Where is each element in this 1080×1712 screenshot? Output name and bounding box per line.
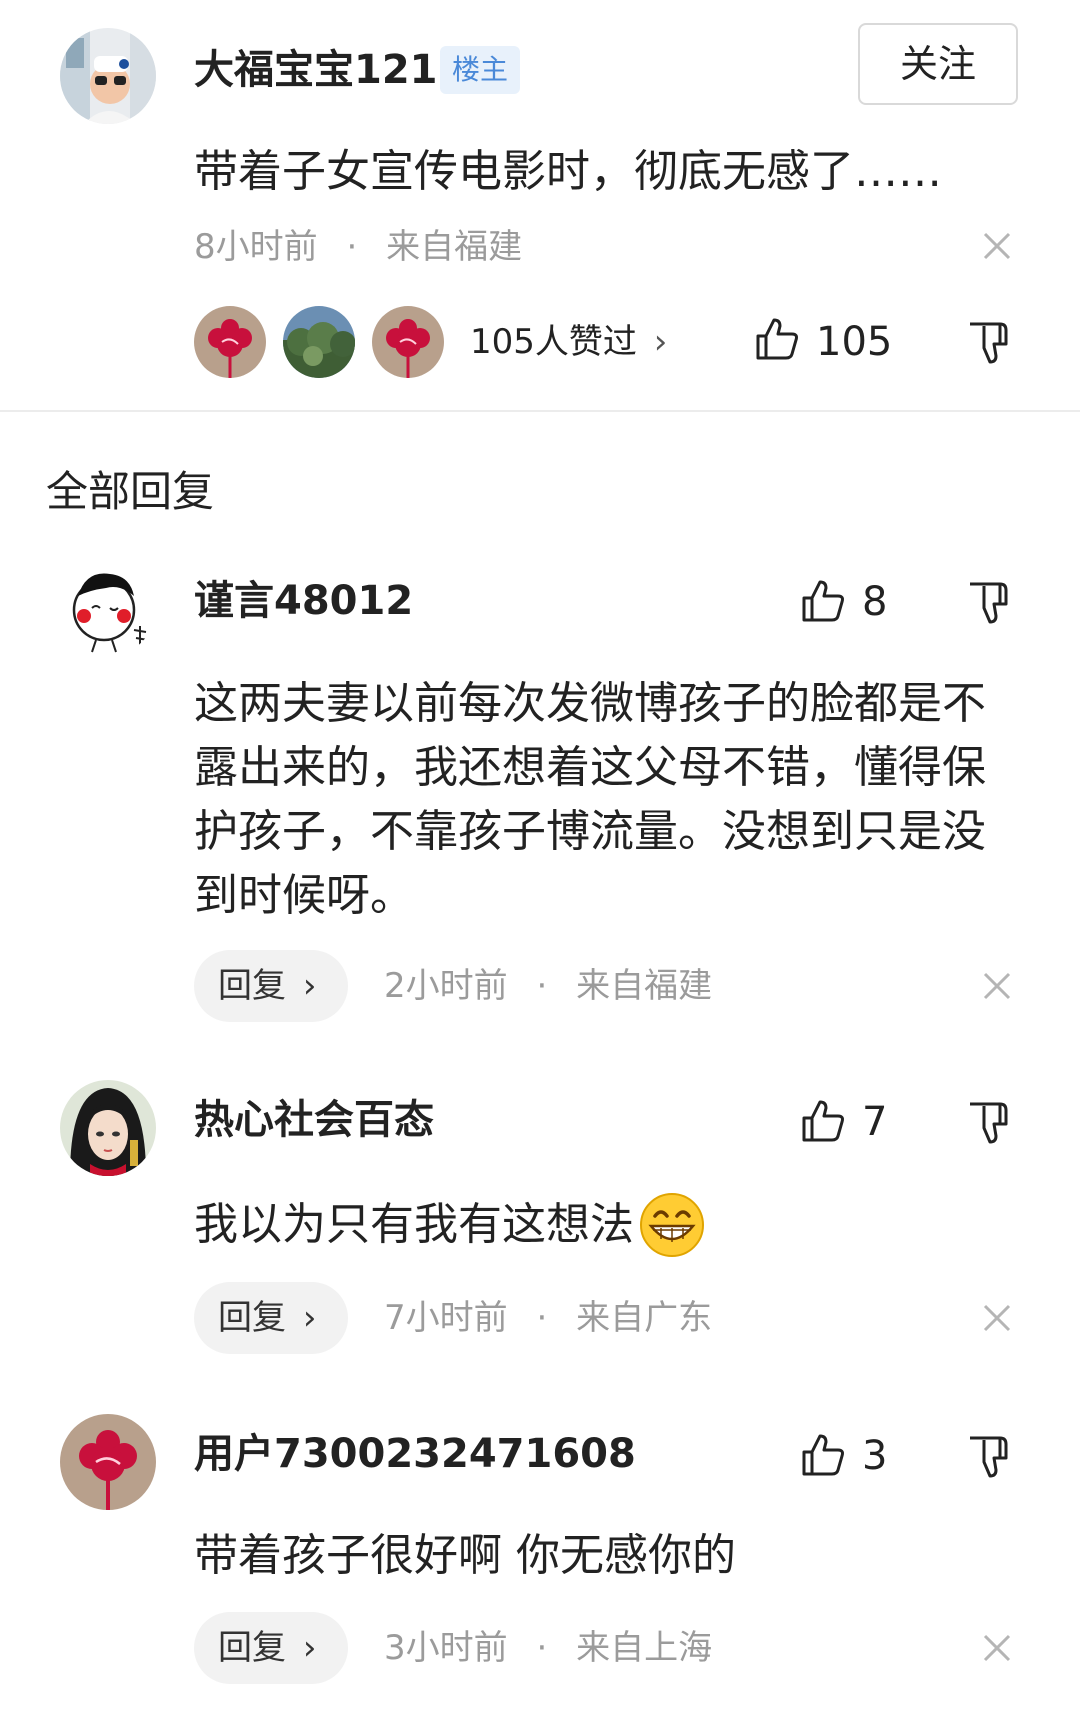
chevron-right-icon: ›	[302, 1628, 317, 1668]
thumbs-down-icon[interactable]	[966, 1434, 1012, 1480]
op-like-count: 105	[816, 319, 893, 365]
close-icon[interactable]	[982, 1303, 1012, 1333]
reply-meta: 2小时前 · 来自福建	[384, 964, 712, 1008]
op-meta-dot: ·	[346, 227, 358, 267]
reply-button-label: 回复	[218, 1628, 286, 1668]
reply-username[interactable]: 用户7300232471608	[194, 1430, 636, 1478]
thumbs-up-icon[interactable]	[800, 578, 846, 624]
reply-like-count: 8	[862, 579, 888, 625]
reply-meta-dot: ·	[536, 966, 548, 1006]
reply-time: 2小时前	[384, 966, 508, 1006]
reply-meta: 3小时前 · 来自上海	[384, 1626, 712, 1670]
reply-like-count: 3	[862, 1433, 888, 1479]
close-icon[interactable]	[982, 231, 1012, 261]
liker-avatar[interactable]	[283, 306, 355, 378]
close-icon[interactable]	[982, 971, 1012, 1001]
chevron-right-icon: ›	[302, 1298, 317, 1338]
comment-thread-page: 大福宝宝121 楼主 关注 带着子女宣传电影时，彻底无感了…… 8小时前 · 来…	[0, 0, 1080, 1712]
close-icon[interactable]	[982, 1633, 1012, 1663]
op-time: 8小时前	[194, 227, 318, 267]
thumbs-up-icon[interactable]	[754, 316, 800, 362]
reply-text: 这两夫妻以前每次发微博孩子的脸都是不露出来的，我还想着这父母不错，懂得保护孩子，…	[194, 678, 986, 921]
reply-time: 3小时前	[384, 1628, 508, 1668]
reply-text-row: 我以为只有我有这想法	[194, 1192, 705, 1262]
chevron-right-icon: ›	[302, 966, 317, 1006]
reply-meta-dot: ·	[536, 1298, 548, 1338]
op-avatar[interactable]	[60, 28, 156, 124]
thumbs-down-icon[interactable]	[966, 1100, 1012, 1146]
reply-text: 我以为只有我有这想法	[194, 1199, 634, 1250]
reply-avatar[interactable]	[60, 1414, 156, 1510]
reply-text: 带着孩子很好啊 你无感你的	[194, 1530, 736, 1581]
reply-location: 来自福建	[576, 966, 713, 1006]
reply-button[interactable]: 回复 ›	[194, 1282, 348, 1354]
reply-meta-dot: ·	[536, 1628, 548, 1668]
all-replies-title: 全部回复	[46, 467, 215, 516]
reply-button[interactable]: 回复 ›	[194, 950, 348, 1022]
reply-username[interactable]: 热心社会百态	[194, 1096, 434, 1144]
likers-label: 105人赞过	[470, 322, 637, 362]
likers-link[interactable]: 105人赞过 ›	[470, 320, 667, 364]
reply-avatar[interactable]	[60, 560, 156, 656]
chevron-right-icon: ›	[653, 322, 668, 362]
thumbs-up-icon[interactable]	[800, 1098, 846, 1144]
op-badge: 楼主	[440, 46, 521, 94]
reply-button-label: 回复	[218, 1298, 286, 1338]
thumbs-down-icon[interactable]	[966, 580, 1012, 626]
section-divider	[0, 410, 1080, 412]
reply-button[interactable]: 回复 ›	[194, 1612, 348, 1684]
liker-avatar[interactable]	[372, 306, 444, 378]
reply-button-label: 回复	[218, 966, 286, 1006]
op-meta: 8小时前 · 来自福建	[194, 225, 522, 269]
liker-avatar[interactable]	[194, 306, 266, 378]
reply-meta: 7小时前 · 来自广东	[384, 1296, 712, 1340]
op-comment-text: 带着子女宣传电影时，彻底无感了……	[194, 146, 942, 197]
reply-time: 7小时前	[384, 1298, 508, 1338]
reply-location: 来自上海	[576, 1628, 713, 1668]
op-location: 来自福建	[386, 227, 523, 267]
follow-button[interactable]: 关注	[858, 23, 1018, 105]
thumbs-up-icon[interactable]	[800, 1432, 846, 1478]
reply-location: 来自广东	[576, 1298, 713, 1338]
reply-username[interactable]: 谨言48012	[194, 577, 413, 625]
op-username[interactable]: 大福宝宝121	[194, 46, 438, 94]
reply-avatar[interactable]	[60, 1080, 156, 1176]
grinning-face-emoji	[640, 1193, 705, 1257]
reply-like-count: 7	[862, 1099, 888, 1145]
thumbs-down-icon[interactable]	[966, 320, 1012, 366]
